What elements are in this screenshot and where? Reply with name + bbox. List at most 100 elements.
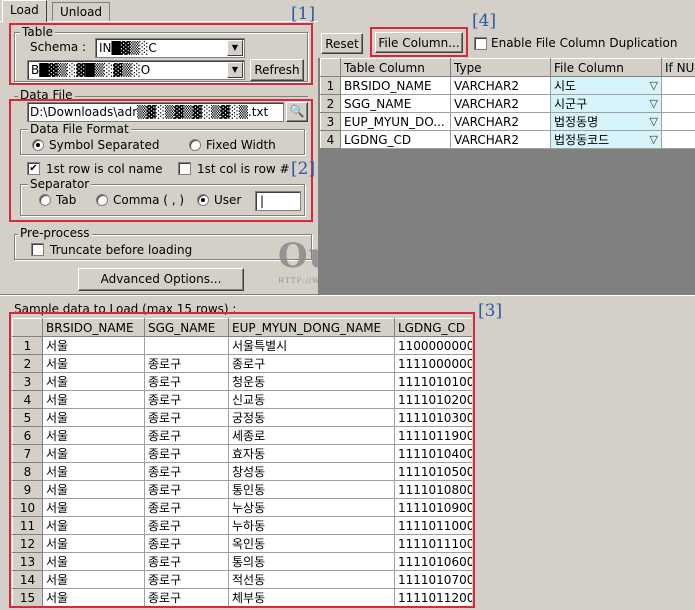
schema-combo[interactable]: IN█▓▒░C ▼ <box>95 38 245 58</box>
sample-cell[interactable]: 서울 <box>42 354 145 373</box>
dropdown-icon[interactable]: ▽ <box>650 78 658 94</box>
comma-separator-radio[interactable] <box>96 194 108 206</box>
table-row[interactable]: 5 서울 종로구 궁정동 1111010300 <box>12 408 472 427</box>
sample-cell[interactable]: 1111010700 <box>394 570 472 589</box>
sample-cell[interactable]: 종로구 <box>144 480 229 499</box>
sample-cell[interactable]: 서울 <box>42 336 145 355</box>
sample-cell[interactable]: 서울 <box>42 462 145 481</box>
table-row[interactable]: 4 서울 종로구 신교동 1111010200 <box>12 390 472 409</box>
sample-header-cell[interactable]: LGDNG_CD <box>394 318 472 337</box>
mapping-header-cell[interactable]: If NUL <box>661 58 695 77</box>
sample-cell[interactable]: 1111010400 <box>394 444 472 463</box>
table-row[interactable]: 10 서울 종로구 누상동 1111010900 <box>12 498 472 517</box>
file-column-cell[interactable]: 시도 ▽ <box>550 76 662 95</box>
if-null-cell[interactable] <box>661 94 695 113</box>
sample-cell[interactable]: 서울 <box>42 480 145 499</box>
sample-cell[interactable]: 서울 <box>42 444 145 463</box>
table-row[interactable]: 3 서울 종로구 청운동 1111010100 <box>12 372 472 391</box>
sample-cell[interactable]: 종로구 <box>144 444 229 463</box>
sample-cell[interactable]: 통인동 <box>228 480 395 499</box>
sample-cell[interactable]: 1111010500 <box>394 462 472 481</box>
sample-cell[interactable]: 옥인동 <box>228 534 395 553</box>
data-file-path-input[interactable]: D:\Downloads\adr▒▓░▒▓▒▓░▒▓░▒.txt <box>27 102 284 122</box>
table-column-cell[interactable]: BRSIDO_NAME <box>340 76 451 95</box>
sample-cell[interactable]: 통의동 <box>228 552 395 571</box>
sample-cell[interactable]: 서울특별시 <box>228 336 395 355</box>
sample-cell[interactable]: 종로구 <box>144 570 229 589</box>
sample-cell[interactable]: 종로구 <box>144 354 229 373</box>
mapping-header-cell[interactable]: Table Column <box>340 58 451 77</box>
table-row[interactable]: 6 서울 종로구 세종로 1111011900 <box>12 426 472 445</box>
chevron-down-icon[interactable]: ▼ <box>227 62 243 78</box>
sample-cell[interactable]: 종로구 <box>144 426 229 445</box>
table-row[interactable]: 7 서울 종로구 효자동 1111010400 <box>12 444 472 463</box>
sample-cell[interactable]: 서울 <box>42 408 145 427</box>
reset-button[interactable]: Reset <box>321 33 363 54</box>
refresh-button[interactable]: Refresh <box>250 59 304 81</box>
file-column-cell[interactable]: 시군구 ▽ <box>550 94 662 113</box>
table-row[interactable]: 13 서울 종로구 통의동 1111010600 <box>12 552 472 571</box>
file-column-cell[interactable]: 법정동코드 ▽ <box>550 130 662 149</box>
sample-cell[interactable]: 1111010600 <box>394 552 472 571</box>
sample-header-cell[interactable]: SGG_NAME <box>144 318 229 337</box>
sample-cell[interactable]: 종로구 <box>144 390 229 409</box>
sample-cell[interactable]: 종로구 <box>144 462 229 481</box>
tab-unload[interactable]: Unload <box>52 2 111 22</box>
table-row[interactable]: 9 서울 종로구 통인동 1111010800 <box>12 480 472 499</box>
sample-cell[interactable]: 적선동 <box>228 570 395 589</box>
sample-cell[interactable]: 종로구 <box>144 408 229 427</box>
tab-separator-radio[interactable] <box>39 194 51 206</box>
type-cell[interactable]: VARCHAR2 <box>450 76 551 95</box>
table-row[interactable]: 14 서울 종로구 적선동 1111010700 <box>12 570 472 589</box>
truncate-checkbox[interactable] <box>31 243 44 256</box>
sample-cell[interactable]: 서울 <box>42 426 145 445</box>
sample-cell[interactable]: 종로구 <box>144 372 229 391</box>
sample-cell[interactable]: 서울 <box>42 390 145 409</box>
chevron-down-icon[interactable]: ▼ <box>227 40 243 56</box>
mapping-row[interactable]: 1 BRSIDO_NAME VARCHAR2 시도 ▽ <box>320 76 695 95</box>
sample-cell[interactable]: 1111011100 <box>394 534 472 553</box>
table-row[interactable]: 12 서울 종로구 옥인동 1111011100 <box>12 534 472 553</box>
table-column-cell[interactable]: SGG_NAME <box>340 94 451 113</box>
sample-header-cell[interactable]: BRSIDO_NAME <box>42 318 145 337</box>
sample-cell[interactable]: 1111011900 <box>394 426 472 445</box>
first-row-checkbox[interactable]: ✔ <box>27 162 40 175</box>
sample-cell[interactable]: 궁정동 <box>228 408 395 427</box>
tab-load[interactable]: Load <box>2 0 47 22</box>
if-null-cell[interactable] <box>661 130 695 149</box>
table-column-cell[interactable]: LGDNG_CD <box>340 130 451 149</box>
if-null-cell[interactable] <box>661 112 695 131</box>
dropdown-icon[interactable]: ▽ <box>650 96 658 112</box>
if-null-cell[interactable] <box>661 76 695 95</box>
table-combo[interactable]: B█▓▒░▓█▒░▓▒░O ▼ <box>27 60 245 80</box>
type-cell[interactable]: VARCHAR2 <box>450 94 551 113</box>
table-row[interactable]: 1 서울 서울특별시 1100000000 <box>12 336 472 355</box>
file-column-cell[interactable]: 법정동명 ▽ <box>550 112 662 131</box>
sample-cell[interactable]: 효자동 <box>228 444 395 463</box>
sample-cell[interactable]: 1111010300 <box>394 408 472 427</box>
sample-cell[interactable]: 1111010100 <box>394 372 472 391</box>
mapping-row[interactable]: 2 SGG_NAME VARCHAR2 시군구 ▽ <box>320 94 695 113</box>
mapping-row[interactable]: 4 LGDNG_CD VARCHAR2 법정동코드 ▽ <box>320 130 695 149</box>
sample-cell[interactable]: 누하동 <box>228 516 395 535</box>
sample-cell[interactable]: 청운동 <box>228 372 395 391</box>
file-column-button[interactable]: File Column... <box>375 32 463 53</box>
user-separator-radio[interactable] <box>197 194 209 206</box>
sample-cell[interactable] <box>144 336 229 355</box>
fixed-width-radio[interactable] <box>189 139 201 151</box>
table-row[interactable]: 2 서울 종로구 종로구 1111000000 <box>12 354 472 373</box>
sample-cell[interactable]: 서울 <box>42 588 145 606</box>
sample-cell[interactable]: 종로구 <box>144 534 229 553</box>
user-separator-input[interactable]: | <box>255 191 301 211</box>
sample-cell[interactable]: 1111010900 <box>394 498 472 517</box>
table-column-cell[interactable]: EUP_MYUN_DO... <box>340 112 451 131</box>
sample-cell[interactable]: 종로구 <box>228 354 395 373</box>
table-row[interactable]: 8 서울 종로구 창성동 1111010500 <box>12 462 472 481</box>
sample-cell[interactable]: 1111011000 <box>394 516 472 535</box>
sample-cell[interactable]: 서울 <box>42 552 145 571</box>
splitter[interactable] <box>0 294 695 296</box>
first-col-checkbox[interactable] <box>178 162 191 175</box>
sample-cell[interactable]: 서울 <box>42 570 145 589</box>
duplication-checkbox[interactable] <box>474 37 487 50</box>
mapping-header-cell[interactable]: Type <box>450 58 551 77</box>
